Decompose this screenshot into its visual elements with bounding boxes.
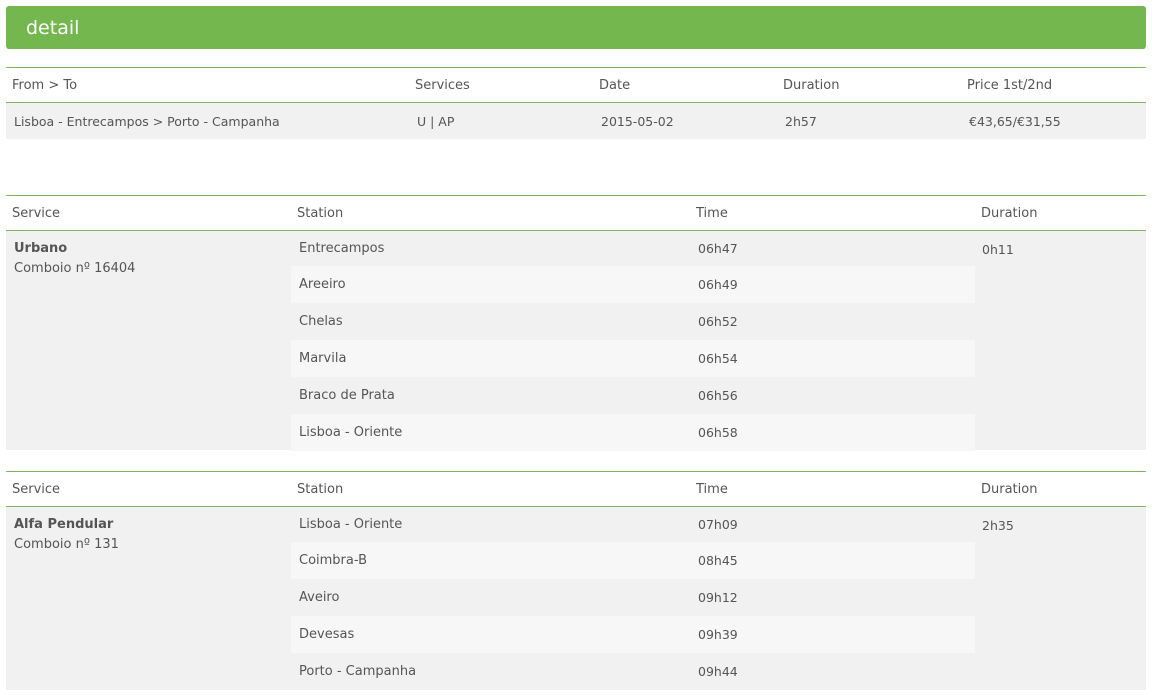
station-name: Chelas: [299, 314, 343, 329]
route-cell: Lisboa - Entrecampos > Porto - Campanha: [14, 114, 280, 129]
stop-time: 09h39: [698, 627, 738, 642]
column-price: Price 1st/2nd: [967, 78, 1053, 93]
stop-time: 06h56: [698, 388, 738, 403]
summary-table-header: From > To Services Date Duration Price 1…: [6, 67, 1146, 103]
stop-time: 06h52: [698, 314, 738, 329]
service-name: Alfa Pendular: [14, 517, 114, 532]
stop-time: 06h58: [698, 425, 738, 440]
station-name: Entrecampos: [299, 241, 385, 256]
column-time: Time: [696, 482, 728, 497]
station-name: Coimbra-B: [299, 553, 368, 568]
stop-time: 09h44: [698, 664, 738, 679]
stop-row: Devesas 09h39: [291, 616, 975, 653]
column-service: Service: [12, 206, 61, 221]
station-name: Lisboa - Oriente: [299, 517, 403, 532]
column-services: Services: [415, 78, 470, 93]
stop-row: Braco de Prata 06h56: [291, 377, 975, 414]
column-date: Date: [599, 78, 631, 93]
leg-table-header: Service Station Time Duration: [6, 471, 1146, 507]
price-cell: €43,65/€31,55: [969, 114, 1061, 129]
summary-table: From > To Services Date Duration Price 1…: [6, 67, 1146, 139]
column-duration: Duration: [783, 78, 840, 93]
service-row: Alfa Pendular Comboio nº 131 Lisboa - Or…: [6, 507, 1146, 690]
date-cell: 2015-05-02: [601, 114, 674, 129]
page-title: detail: [26, 17, 80, 39]
stop-time: 09h12: [698, 590, 738, 605]
column-service: Service: [12, 482, 61, 497]
stop-time: 06h49: [698, 277, 738, 292]
detail-header-bar: detail: [6, 6, 1146, 49]
column-time: Time: [696, 206, 728, 221]
leg-table-alfa-pendular: Service Station Time Duration Alfa Pendu…: [6, 471, 1146, 690]
stop-time: 06h47: [698, 241, 738, 256]
stop-row: Chelas 06h52: [291, 303, 975, 340]
leg-table-urbano: Service Station Time Duration Urbano Com…: [6, 195, 1146, 451]
stop-row: Aveiro 09h12: [291, 579, 975, 616]
service-row: Urbano Comboio nº 16404 Entrecampos 06h4…: [6, 231, 1146, 451]
station-name: Braco de Prata: [299, 388, 395, 403]
stop-time: 07h09: [698, 517, 738, 532]
stop-list: Entrecampos 06h47 Areeiro 06h49 Chelas 0…: [291, 231, 975, 451]
column-station: Station: [297, 206, 344, 221]
service-name: Urbano: [14, 241, 68, 256]
stop-row: Areeiro 06h49: [291, 266, 975, 303]
station-name: Porto - Campanha: [299, 664, 417, 679]
column-from-to: From > To: [12, 78, 78, 93]
stop-row: Coimbra-B 08h45: [291, 542, 975, 579]
station-name: Lisboa - Oriente: [299, 425, 403, 440]
station-name: Aveiro: [299, 590, 340, 605]
leg-duration: 0h11: [982, 242, 1014, 257]
stop-time: 08h45: [698, 553, 738, 568]
station-name: Devesas: [299, 627, 355, 642]
duration-cell: 2h57: [785, 114, 817, 129]
stop-row: Lisboa - Oriente 07h09: [291, 507, 975, 542]
table-row[interactable]: Lisboa - Entrecampos > Porto - Campanha …: [6, 103, 1146, 139]
column-duration: Duration: [981, 482, 1038, 497]
services-cell: U | AP: [417, 114, 455, 129]
station-name: Areeiro: [299, 277, 346, 292]
column-duration: Duration: [981, 206, 1038, 221]
train-number: Comboio nº 16404: [14, 261, 136, 276]
station-name: Marvila: [299, 351, 347, 366]
leg-table-header: Service Station Time Duration: [6, 195, 1146, 231]
stop-row: Marvila 06h54: [291, 340, 975, 377]
leg-duration: 2h35: [982, 518, 1014, 533]
train-number: Comboio nº 131: [14, 537, 119, 552]
column-station: Station: [297, 482, 344, 497]
stop-row: Porto - Campanha 09h44: [291, 653, 975, 690]
stop-list: Lisboa - Oriente 07h09 Coimbra-B 08h45 A…: [291, 507, 975, 690]
stop-row: Entrecampos 06h47: [291, 231, 975, 266]
stop-row: Lisboa - Oriente 06h58: [291, 414, 975, 451]
stop-time: 06h54: [698, 351, 738, 366]
